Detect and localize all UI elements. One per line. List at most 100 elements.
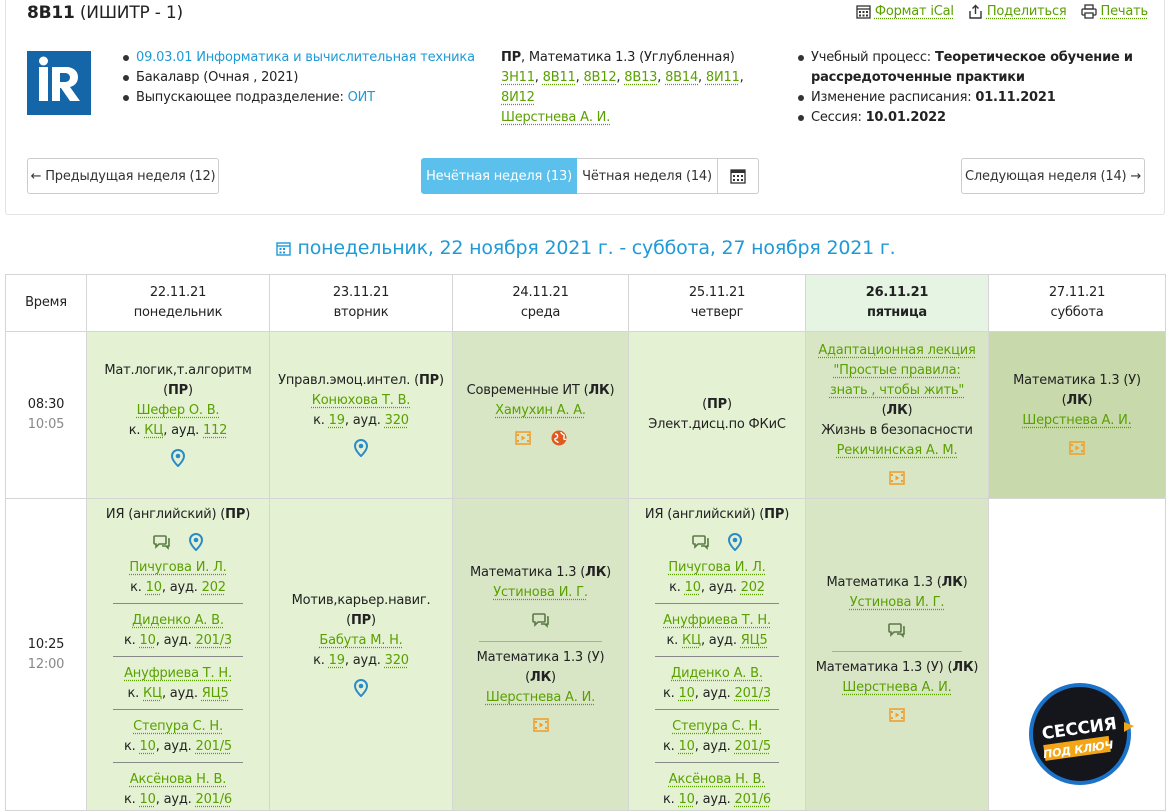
building-link[interactable]: 10 — [679, 792, 695, 807]
teacher-link[interactable]: Шефер О. В. — [137, 403, 220, 418]
comments-icon[interactable] — [532, 612, 550, 628]
degree-text: Бакалавр (Очная , 2021) — [121, 68, 481, 88]
teacher-link[interactable]: Степура С. Н. — [133, 719, 223, 734]
session-promo-badge[interactable]: СЕССИЯ ПОД КЛЮЧ — [1028, 682, 1134, 786]
globe-icon[interactable] — [551, 430, 567, 446]
video-icon[interactable] — [889, 708, 905, 722]
teacher-link[interactable]: Конюхова Т. В. — [312, 393, 411, 408]
room-link[interactable]: 201/3 — [196, 633, 232, 648]
teacher-link[interactable]: Бабута М. Н. — [319, 633, 402, 648]
room-link[interactable]: ЯЦ5 — [741, 633, 768, 648]
next-week-button[interactable]: Следующая неделя (14) → — [961, 158, 1145, 194]
teacher-entry: Ануфриева Т. Н. к. КЦ, ауд. ЯЦ5 — [655, 603, 779, 651]
comments-icon[interactable] — [153, 534, 171, 550]
program-link[interactable]: 09.03.01 Информатика и вычислительная те… — [136, 50, 475, 65]
teacher-link[interactable]: Диденко А. В. — [132, 613, 224, 628]
video-icon[interactable] — [515, 431, 531, 445]
room-link[interactable]: 201/6 — [196, 792, 232, 807]
event-link[interactable]: Адаптационная лекция — [818, 343, 975, 358]
group-link[interactable]: 8В11 — [543, 70, 576, 85]
video-icon[interactable] — [533, 718, 549, 732]
share-link[interactable]: Поделиться — [968, 4, 1067, 19]
building-link[interactable]: 19 — [329, 413, 345, 428]
lesson-cell: Управл.эмоц.интел. (ПР) Конюхова Т. В. к… — [270, 332, 453, 499]
building-link[interactable]: 19 — [329, 653, 345, 668]
teacher-link[interactable]: Ануфриева Т. Н. — [663, 613, 771, 628]
teacher-link[interactable]: Аксёнова Н. В. — [669, 772, 765, 787]
building-link[interactable]: 10 — [679, 686, 695, 701]
room-link[interactable]: 112 — [203, 423, 227, 438]
map-pin-icon[interactable] — [728, 533, 742, 551]
teacher-link[interactable]: Устинова И. Г. — [850, 595, 945, 610]
building-link[interactable]: 10 — [679, 739, 695, 754]
group-info-card: 8В11 (ИШИТР - 1) Формат iCal Поделиться … — [5, 0, 1165, 215]
comments-icon[interactable] — [888, 622, 906, 638]
teacher-link[interactable]: Аксёнова Н. В. — [130, 772, 226, 787]
time-cell: 08:30 10:05 — [6, 332, 87, 499]
group-link[interactable]: 8В14 — [665, 70, 698, 85]
teacher-link[interactable]: Хамухин А. А. — [495, 403, 586, 418]
group-link[interactable]: 8В13 — [624, 70, 657, 85]
teacher-entry: Пичугова И. Л. к. 10, ауд. 202 — [635, 558, 799, 598]
building-link[interactable]: 10 — [140, 739, 156, 754]
room-link[interactable]: 202 — [202, 580, 226, 595]
map-pin-icon[interactable] — [354, 439, 368, 457]
building-link[interactable]: 10 — [146, 580, 162, 595]
group-link[interactable]: 8И11 — [706, 70, 740, 85]
teacher-link[interactable]: Диденко А. В. — [671, 666, 763, 681]
timetable-row: 10:25 12:00 ИЯ (английский) (ПР) Пичугова… — [6, 499, 1166, 811]
room-link[interactable]: 320 — [385, 653, 409, 668]
comments-icon[interactable] — [692, 534, 710, 550]
video-icon[interactable] — [1069, 441, 1085, 455]
day-header: 27.11.21 суббота — [989, 275, 1166, 332]
building-link[interactable]: КЦ — [682, 633, 701, 648]
teacher-link[interactable]: Рекичинская А. М. — [837, 443, 958, 458]
teacher-link[interactable]: Устинова И. Г. — [493, 585, 588, 600]
map-pin-icon[interactable] — [189, 533, 203, 551]
print-link[interactable]: Печать — [1081, 4, 1148, 19]
day-header-today: 26.11.21 пятница — [806, 275, 989, 332]
even-week-button[interactable]: Чётная неделя (14) — [577, 158, 718, 194]
teacher-link[interactable]: Ануфриева Т. Н. — [124, 666, 232, 681]
teacher-link[interactable]: Шерстнева А. И. — [501, 110, 610, 125]
building-link[interactable]: КЦ — [143, 686, 162, 701]
event-link[interactable]: знать , чтобы жить" — [830, 383, 964, 398]
prev-week-button[interactable]: ← Предыдущая неделя (12) — [27, 158, 219, 194]
printer-icon — [1081, 4, 1097, 19]
teacher-entry: Аксёнова Н. В. к. 10, ауд. 201/6 — [655, 762, 779, 810]
map-pin-icon[interactable] — [171, 449, 185, 467]
group-link[interactable]: 3Н11 — [501, 70, 535, 85]
lesson-cell: Математика 1.3 (ЛК) Устинова И. Г. Матем… — [453, 499, 629, 811]
building-link[interactable]: 10 — [685, 580, 701, 595]
video-icon[interactable] — [889, 471, 905, 485]
group-link[interactable]: 8И12 — [501, 90, 535, 105]
odd-week-button[interactable]: Нечётная неделя (13) — [421, 158, 577, 194]
teacher-entry: Степура С. Н. к. 10, ауд. 201/5 — [655, 709, 779, 757]
teacher-entry: Диденко А. В. к. 10, ауд. 201/3 — [655, 656, 779, 704]
building-link[interactable]: 10 — [140, 633, 156, 648]
room-link[interactable]: 202 — [741, 580, 765, 595]
building-link[interactable]: КЦ — [144, 423, 163, 438]
room-link[interactable]: 201/3 — [735, 686, 771, 701]
event-link[interactable]: "Простые правила: — [833, 363, 960, 378]
dept-link[interactable]: ОИТ — [348, 90, 375, 105]
lesson-cell: Математика 1.3 (У) (ЛК) Шерстнева А. И. — [989, 332, 1166, 499]
group-link[interactable]: 8В12 — [583, 70, 616, 85]
room-link[interactable]: 201/6 — [735, 792, 771, 807]
room-link[interactable]: 320 — [385, 413, 409, 428]
teacher-link[interactable]: Шерстнева А. И. — [486, 690, 595, 705]
room-link[interactable]: ЯЦ5 — [202, 686, 229, 701]
room-link[interactable]: 201/5 — [735, 739, 771, 754]
teacher-link[interactable]: Степура С. Н. — [672, 719, 762, 734]
calendar-button[interactable] — [718, 158, 759, 194]
building-link[interactable]: 10 — [140, 792, 156, 807]
map-pin-icon[interactable] — [354, 679, 368, 697]
teacher-link[interactable]: Шерстнева А. И. — [1022, 413, 1131, 428]
study-process-info: Учебный процесс: Теоретическое обучение … — [796, 48, 1136, 128]
ical-link[interactable]: Формат iCal — [856, 4, 954, 19]
room-link[interactable]: 201/5 — [196, 739, 232, 754]
teacher-link[interactable]: Пичугова И. Л. — [129, 560, 226, 575]
teacher-link[interactable]: Пичугова И. Л. — [668, 560, 765, 575]
teacher-link[interactable]: Шерстнева А. И. — [842, 680, 951, 695]
top-links: Формат iCal Поделиться Печать — [856, 4, 1148, 19]
